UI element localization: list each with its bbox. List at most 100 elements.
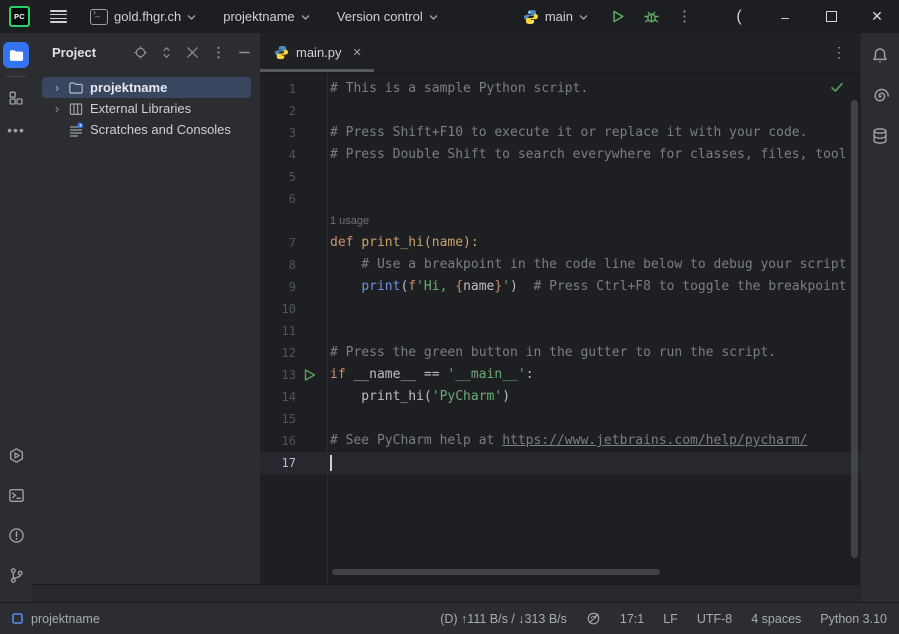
code-text[interactable] bbox=[330, 408, 860, 430]
vcs-selector-label: Version control bbox=[337, 9, 423, 24]
tab-bar-more-icon[interactable]: ⋮ bbox=[832, 44, 846, 61]
hide-panel-icon[interactable] bbox=[237, 45, 252, 60]
code-lines: 1# This is a sample Python script.23# Pr… bbox=[260, 78, 860, 474]
project-selector[interactable]: projektname bbox=[219, 6, 314, 27]
debug-button[interactable] bbox=[643, 8, 660, 25]
gutter bbox=[296, 342, 330, 364]
code-text[interactable] bbox=[330, 320, 860, 342]
gutter bbox=[296, 430, 330, 452]
line-number: 8 bbox=[260, 254, 296, 276]
vcs-toolwindow-button[interactable] bbox=[3, 562, 29, 588]
locate-file-icon[interactable] bbox=[133, 45, 148, 60]
code-text[interactable] bbox=[330, 100, 860, 122]
project-toolwindow-button[interactable] bbox=[3, 42, 29, 68]
minimize-button[interactable]: – bbox=[775, 9, 795, 25]
horizontal-scrollbar[interactable] bbox=[332, 569, 660, 575]
tab-main-py[interactable]: main.py ✕ bbox=[260, 33, 374, 72]
status-widget[interactable]: 4 spaces bbox=[751, 612, 801, 626]
run-line-gutter-icon[interactable] bbox=[296, 364, 330, 386]
line-number: 12 bbox=[260, 342, 296, 364]
status-widget[interactable]: 17:1 bbox=[620, 612, 644, 626]
code-line: 2 bbox=[260, 100, 860, 122]
code-text[interactable]: # See PyCharm help at https://www.jetbra… bbox=[330, 430, 860, 452]
run-configuration-selector[interactable]: main bbox=[519, 6, 592, 28]
code-editor[interactable]: 1# This is a sample Python script.23# Pr… bbox=[260, 73, 860, 590]
ellipsis-icon: ••• bbox=[7, 125, 25, 135]
code-text[interactable]: # Use a breakpoint in the code line belo… bbox=[330, 254, 860, 276]
gutter bbox=[296, 320, 330, 342]
main-menu-icon[interactable] bbox=[50, 10, 67, 23]
status-widget[interactable]: LF bbox=[663, 612, 678, 626]
vertical-scrollbar[interactable] bbox=[851, 100, 858, 558]
chevron-down-icon bbox=[429, 14, 438, 20]
tab-title: main.py bbox=[296, 45, 342, 60]
run-button[interactable] bbox=[609, 8, 626, 25]
gutter bbox=[296, 408, 330, 430]
layout-crescent-icon[interactable]: ( bbox=[729, 8, 749, 26]
close-window-button[interactable]: ✕ bbox=[867, 8, 887, 25]
code-text[interactable]: def print_hi(name): bbox=[330, 232, 860, 254]
code-text[interactable] bbox=[330, 166, 860, 188]
project-panel: Project ›projektname› bbox=[32, 33, 260, 584]
tab-close-icon[interactable]: ✕ bbox=[353, 46, 362, 59]
code-text[interactable]: print(f'Hi, {name}') # Press Ctrl+F8 to … bbox=[330, 276, 860, 298]
code-text[interactable]: # Press the green button in the gutter t… bbox=[330, 342, 860, 364]
code-text[interactable] bbox=[330, 298, 860, 320]
status-widget[interactable]: UTF-8 bbox=[697, 612, 732, 626]
status-widget[interactable]: (D) ↑111 B/s / ↓313 B/s bbox=[440, 612, 567, 626]
line-number: 17 bbox=[260, 452, 296, 474]
status-module-widget[interactable]: projektname bbox=[0, 612, 100, 626]
line-number: 7 bbox=[260, 232, 296, 254]
more-toolwindows-button[interactable]: ••• bbox=[3, 117, 29, 143]
inspections-ok-checkmark-icon[interactable] bbox=[830, 81, 844, 94]
gutter bbox=[296, 188, 330, 210]
code-line: 7 def print_hi(name): bbox=[260, 232, 860, 254]
code-text[interactable] bbox=[330, 188, 860, 210]
notifications-bell-icon[interactable] bbox=[871, 47, 889, 65]
gutter bbox=[296, 232, 330, 254]
usages-inlay-hint[interactable]: 1 usage bbox=[330, 210, 369, 232]
project-tree-item[interactable]: Scratches and Consoles bbox=[32, 119, 260, 140]
chevron-right-icon[interactable]: › bbox=[50, 80, 64, 95]
inlay-hint-row: 1 usage bbox=[260, 210, 860, 232]
python-file-icon bbox=[274, 45, 289, 60]
code-line: 8 # Use a breakpoint in the code line be… bbox=[260, 254, 860, 276]
line-number: 13 bbox=[260, 364, 296, 386]
code-text[interactable]: # Press Shift+F10 to execute it or repla… bbox=[330, 122, 860, 144]
folder-icon bbox=[68, 80, 85, 96]
line-number: 9 bbox=[260, 276, 296, 298]
line-number: 14 bbox=[260, 386, 296, 408]
structure-toolwindow-button[interactable] bbox=[3, 85, 29, 111]
services-toolwindow-button[interactable] bbox=[3, 442, 29, 468]
code-text[interactable]: print_hi('PyCharm') bbox=[330, 386, 860, 408]
expand-chevrons-icon[interactable] bbox=[159, 45, 174, 60]
database-icon[interactable] bbox=[871, 127, 889, 145]
code-line: 13 if __name__ == '__main__': bbox=[260, 364, 860, 386]
ai-assistant-icon[interactable] bbox=[871, 87, 889, 105]
project-tree-item[interactable]: ›External Libraries bbox=[32, 98, 260, 119]
line-number: 3 bbox=[260, 122, 296, 144]
problems-toolwindow-button[interactable] bbox=[3, 522, 29, 548]
more-actions-button[interactable]: ⋮ bbox=[677, 8, 687, 25]
vcs-selector[interactable]: Version control bbox=[333, 6, 442, 27]
terminal-toolwindow-button[interactable] bbox=[3, 482, 29, 508]
gutter bbox=[296, 452, 330, 474]
code-text[interactable] bbox=[330, 452, 860, 474]
status-widget[interactable]: Python 3.10 bbox=[820, 612, 887, 626]
code-text[interactable]: # Press Double Shift to search everywher… bbox=[330, 144, 860, 166]
maximize-button[interactable] bbox=[821, 9, 841, 25]
ssh-target-selector[interactable]: gold.fhgr.ch bbox=[86, 6, 200, 28]
code-text[interactable]: # This is a sample Python script. bbox=[330, 78, 860, 100]
collapse-all-icon[interactable] bbox=[185, 45, 200, 60]
line-number: 2 bbox=[260, 100, 296, 122]
code-line: 11 bbox=[260, 320, 860, 342]
code-line: 5 bbox=[260, 166, 860, 188]
project-tree-item[interactable]: ›projektname bbox=[42, 77, 251, 98]
project-selector-label: projektname bbox=[223, 9, 295, 24]
chevron-right-icon[interactable]: › bbox=[50, 101, 64, 116]
panel-more-options-icon[interactable] bbox=[211, 45, 226, 60]
project-panel-title: Project bbox=[52, 45, 96, 60]
no-inspection-highlight-icon[interactable] bbox=[586, 611, 601, 626]
code-text[interactable]: if __name__ == '__main__': bbox=[330, 364, 860, 386]
status-right-widgets: (D) ↑111 B/s / ↓313 B/s 17:1 LF UTF-8 4 spac… bbox=[440, 611, 899, 626]
